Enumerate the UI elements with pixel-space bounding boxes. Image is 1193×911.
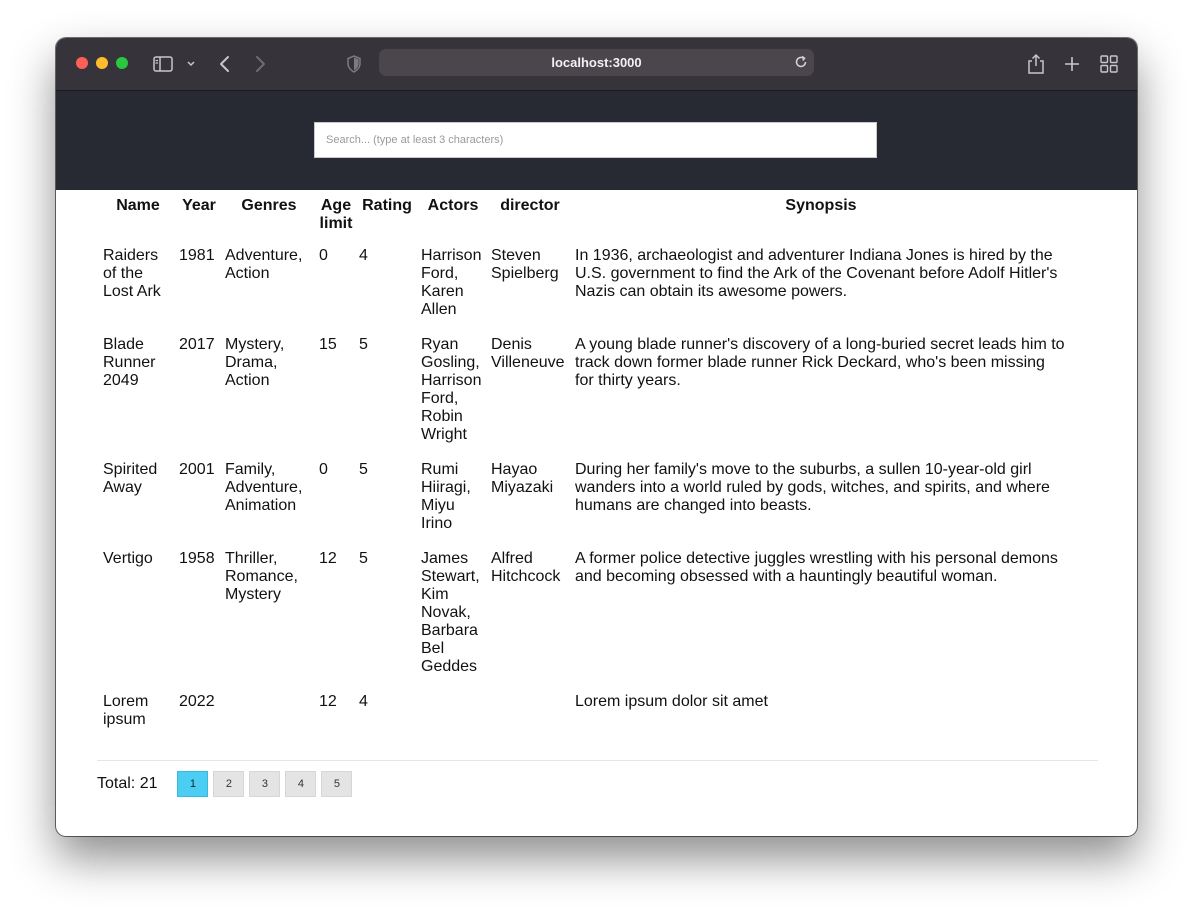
main-content: Name Year Genres Age limit Rating Actors… [97, 197, 1098, 797]
pagination: 1 2 3 4 5 [177, 771, 353, 797]
cell-director: Steven Spielberg [491, 247, 559, 282]
cell-name: Raiders of the Lost Ark [103, 247, 161, 300]
pagination-footer: Total: 21 1 2 3 4 5 [97, 771, 353, 797]
header-actors[interactable]: Actors [421, 197, 485, 247]
page-button-5[interactable]: 5 [321, 771, 353, 797]
back-icon[interactable] [218, 52, 232, 76]
cell-actors [421, 693, 485, 746]
header-age-limit[interactable]: Age limit [319, 197, 353, 247]
cell-rating: 4 [359, 693, 368, 710]
page-button-3[interactable]: 3 [249, 771, 281, 797]
table-row[interactable]: Lorem ipsum 2022 12 4 Lorem ipsum dolor … [103, 693, 1067, 746]
forward-icon[interactable] [253, 52, 267, 76]
cell-age-limit: 15 [319, 336, 337, 353]
cell-name: Blade Runner 2049 [103, 336, 156, 389]
cell-year: 1958 [179, 550, 215, 567]
header-year[interactable]: Year [179, 197, 219, 247]
cell-age-limit: 0 [319, 461, 328, 478]
address-bar[interactable]: localhost:3000 [379, 49, 814, 76]
url-text: localhost:3000 [551, 55, 642, 70]
cell-actors: James Stewart, Kim Novak, Barbara Bel Ge… [421, 550, 480, 675]
new-tab-icon[interactable] [1064, 52, 1080, 76]
search-input[interactable] [314, 122, 877, 158]
cell-genres: Adventure, Action [225, 247, 303, 282]
sidebar-icon[interactable] [153, 52, 173, 76]
cell-rating: 5 [359, 550, 368, 567]
cell-age-limit: 12 [319, 550, 337, 567]
cell-director: Hayao Miyazaki [491, 461, 554, 496]
browser-window: localhost:3000 Name Year Genres Age limi… [56, 38, 1137, 836]
table-row[interactable]: Blade Runner 2049 2017 Mystery, Drama, A… [103, 336, 1067, 461]
divider [97, 760, 1098, 761]
browser-toolbar: localhost:3000 [56, 38, 1137, 91]
cell-genres: Thriller, Romance, Mystery [225, 550, 298, 603]
cell-actors: Rumi Hiiragi, Miyu Irino [421, 461, 471, 532]
cell-director: Denis Villeneuve [491, 336, 565, 371]
cell-actors: Ryan Gosling, Harrison Ford, Robin Wrigh… [421, 336, 482, 443]
cell-genres [225, 693, 313, 746]
movies-table: Name Year Genres Age limit Rating Actors… [97, 197, 1073, 746]
cell-synopsis: A former police detective juggles wrestl… [575, 550, 1058, 585]
shield-icon[interactable] [346, 52, 362, 76]
header-synopsis[interactable]: Synopsis [575, 197, 1067, 247]
cell-genres: Family, Adventure, Animation [225, 461, 303, 514]
zoom-window-button[interactable] [116, 57, 128, 69]
header-genres[interactable]: Genres [225, 197, 313, 247]
header-rating[interactable]: Rating [359, 197, 415, 247]
chevron-down-icon[interactable] [186, 52, 196, 76]
table-header-row: Name Year Genres Age limit Rating Actors… [103, 197, 1067, 247]
page-button-2[interactable]: 2 [213, 771, 245, 797]
cell-year: 2022 [179, 693, 215, 710]
cell-name: Spirited Away [103, 461, 158, 496]
cell-synopsis: In 1936, archaeologist and adventurer In… [575, 247, 1058, 300]
cell-year: 2001 [179, 461, 215, 478]
cell-synopsis: During her family's move to the suburbs,… [575, 461, 1050, 514]
cell-genres: Mystery, Drama, Action [225, 336, 285, 389]
cell-synopsis: Lorem ipsum dolor sit amet [575, 693, 768, 710]
table-row[interactable]: Raiders of the Lost Ark 1981 Adventure, … [103, 247, 1067, 336]
cell-age-limit: 12 [319, 693, 337, 710]
cell-rating: 4 [359, 247, 368, 264]
cell-rating: 5 [359, 336, 368, 353]
total-count: Total: 21 [97, 775, 158, 792]
cell-director [491, 693, 569, 746]
cell-year: 1981 [179, 247, 215, 264]
header-name[interactable]: Name [103, 197, 173, 247]
share-icon[interactable] [1027, 52, 1045, 76]
header-banner [56, 91, 1137, 190]
table-row[interactable]: Vertigo 1958 Thriller, Romance, Mystery … [103, 550, 1067, 693]
cell-director: Alfred Hitchcock [491, 550, 561, 585]
cell-actors: Harrison Ford, Karen Allen [421, 247, 482, 318]
cell-age-limit: 0 [319, 247, 328, 264]
cell-rating: 5 [359, 461, 368, 478]
tab-overview-icon[interactable] [1100, 52, 1118, 76]
cell-name: Lorem ipsum [103, 693, 149, 728]
cell-name: Vertigo [103, 550, 153, 567]
header-director[interactable]: director [491, 197, 569, 247]
cell-year: 2017 [179, 336, 215, 353]
minimize-window-button[interactable] [96, 57, 108, 69]
reload-icon[interactable] [794, 55, 808, 72]
close-window-button[interactable] [76, 57, 88, 69]
page-button-1[interactable]: 1 [177, 771, 209, 797]
table-row[interactable]: Spirited Away 2001 Family, Adventure, An… [103, 461, 1067, 550]
cell-synopsis: A young blade runner's discovery of a lo… [575, 336, 1065, 389]
page-button-4[interactable]: 4 [285, 771, 317, 797]
